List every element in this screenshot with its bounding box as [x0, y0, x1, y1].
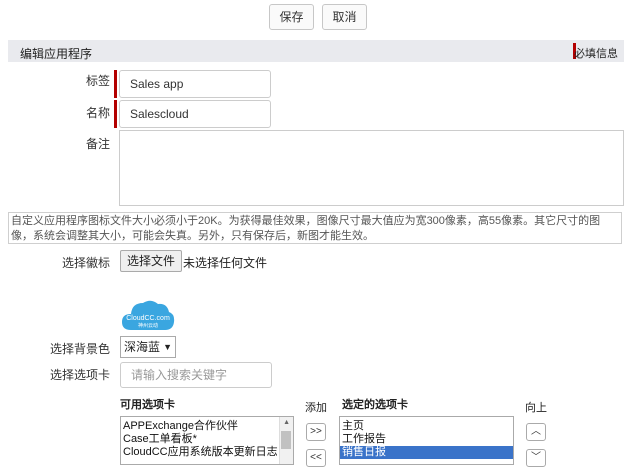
chevron-up-icon: ︿	[531, 426, 541, 437]
bg-color-label: 选择背景色	[50, 342, 111, 356]
add-tab-button[interactable]: >>	[306, 423, 326, 441]
file-status: 未选择任何文件	[183, 256, 268, 270]
scroll-up-icon[interactable]: ▲	[283, 419, 290, 426]
selected-tabs-list[interactable]: 主页 工作报告 销售日报	[339, 416, 514, 465]
list-item-selected[interactable]: 销售日报	[340, 446, 513, 459]
tag-input[interactable]: Sales app	[119, 70, 271, 98]
available-tabs-list[interactable]: APPExchange合作伙伴 Case工单看板* CloudCC应用系统版本更…	[120, 416, 294, 465]
svg-text:神州云动: 神州云动	[138, 322, 158, 329]
cancel-button[interactable]: 取消	[322, 4, 367, 30]
list-item[interactable]: CloudCC应用系统版本更新日志	[121, 446, 293, 459]
icon-label: 选择徽标	[61, 256, 110, 270]
tag-label: 标签	[85, 74, 110, 88]
list-item[interactable]: 主页	[340, 420, 513, 433]
note-label: 备注	[85, 137, 110, 151]
icon-hint-text: 自定义应用程序图标文件大小必须小于20K。为获得最佳效果，图像尺寸最大值应为宽3…	[8, 212, 622, 244]
section-header: 编辑应用程序 必填信息	[8, 40, 624, 62]
bg-color-value: 深海蓝	[124, 340, 161, 354]
scrollbar[interactable]: ▲	[279, 417, 293, 464]
choose-file-button[interactable]: 选择文件	[120, 250, 183, 272]
double-chevron-left-icon: <<	[310, 452, 322, 463]
cloudcc-logo: CloudCC.com 神州云动	[121, 296, 175, 335]
list-item[interactable]: APPExchange合作伙伴	[121, 420, 293, 433]
move-up-label: 向上	[525, 402, 547, 414]
save-button[interactable]: 保存	[269, 4, 314, 30]
remove-tab-button[interactable]: <<	[306, 449, 326, 467]
section-title: 编辑应用程序	[20, 47, 93, 61]
move-up-button[interactable]: ︿	[526, 423, 546, 441]
tab-select-label: 选择选项卡	[50, 368, 111, 382]
available-tabs-header: 可用选项卡	[120, 399, 175, 411]
name-required-marker	[114, 100, 117, 128]
name-input[interactable]: Salescloud	[119, 100, 271, 128]
tag-required-marker	[114, 70, 117, 98]
move-down-button[interactable]: ﹀	[526, 449, 546, 467]
selected-tabs-header: 选定的选项卡	[342, 399, 408, 411]
add-label: 添加	[305, 402, 327, 414]
chevron-down-icon: ▼	[163, 342, 172, 352]
list-item[interactable]: Case工单看板*	[121, 433, 293, 446]
chevron-down-icon: ﹀	[531, 452, 541, 463]
list-item[interactable]: 工作报告	[340, 433, 513, 446]
scroll-thumb[interactable]	[281, 431, 291, 449]
bg-color-select[interactable]: 深海蓝 ▼	[120, 336, 176, 358]
name-label: 名称	[85, 106, 110, 120]
tab-search-input[interactable]: 请输入搜索关键字	[120, 362, 272, 388]
svg-text:CloudCC.com: CloudCC.com	[126, 315, 170, 322]
note-textarea[interactable]	[119, 130, 624, 206]
double-chevron-right-icon: >>	[310, 426, 322, 437]
required-legend: 必填信息	[574, 48, 618, 60]
